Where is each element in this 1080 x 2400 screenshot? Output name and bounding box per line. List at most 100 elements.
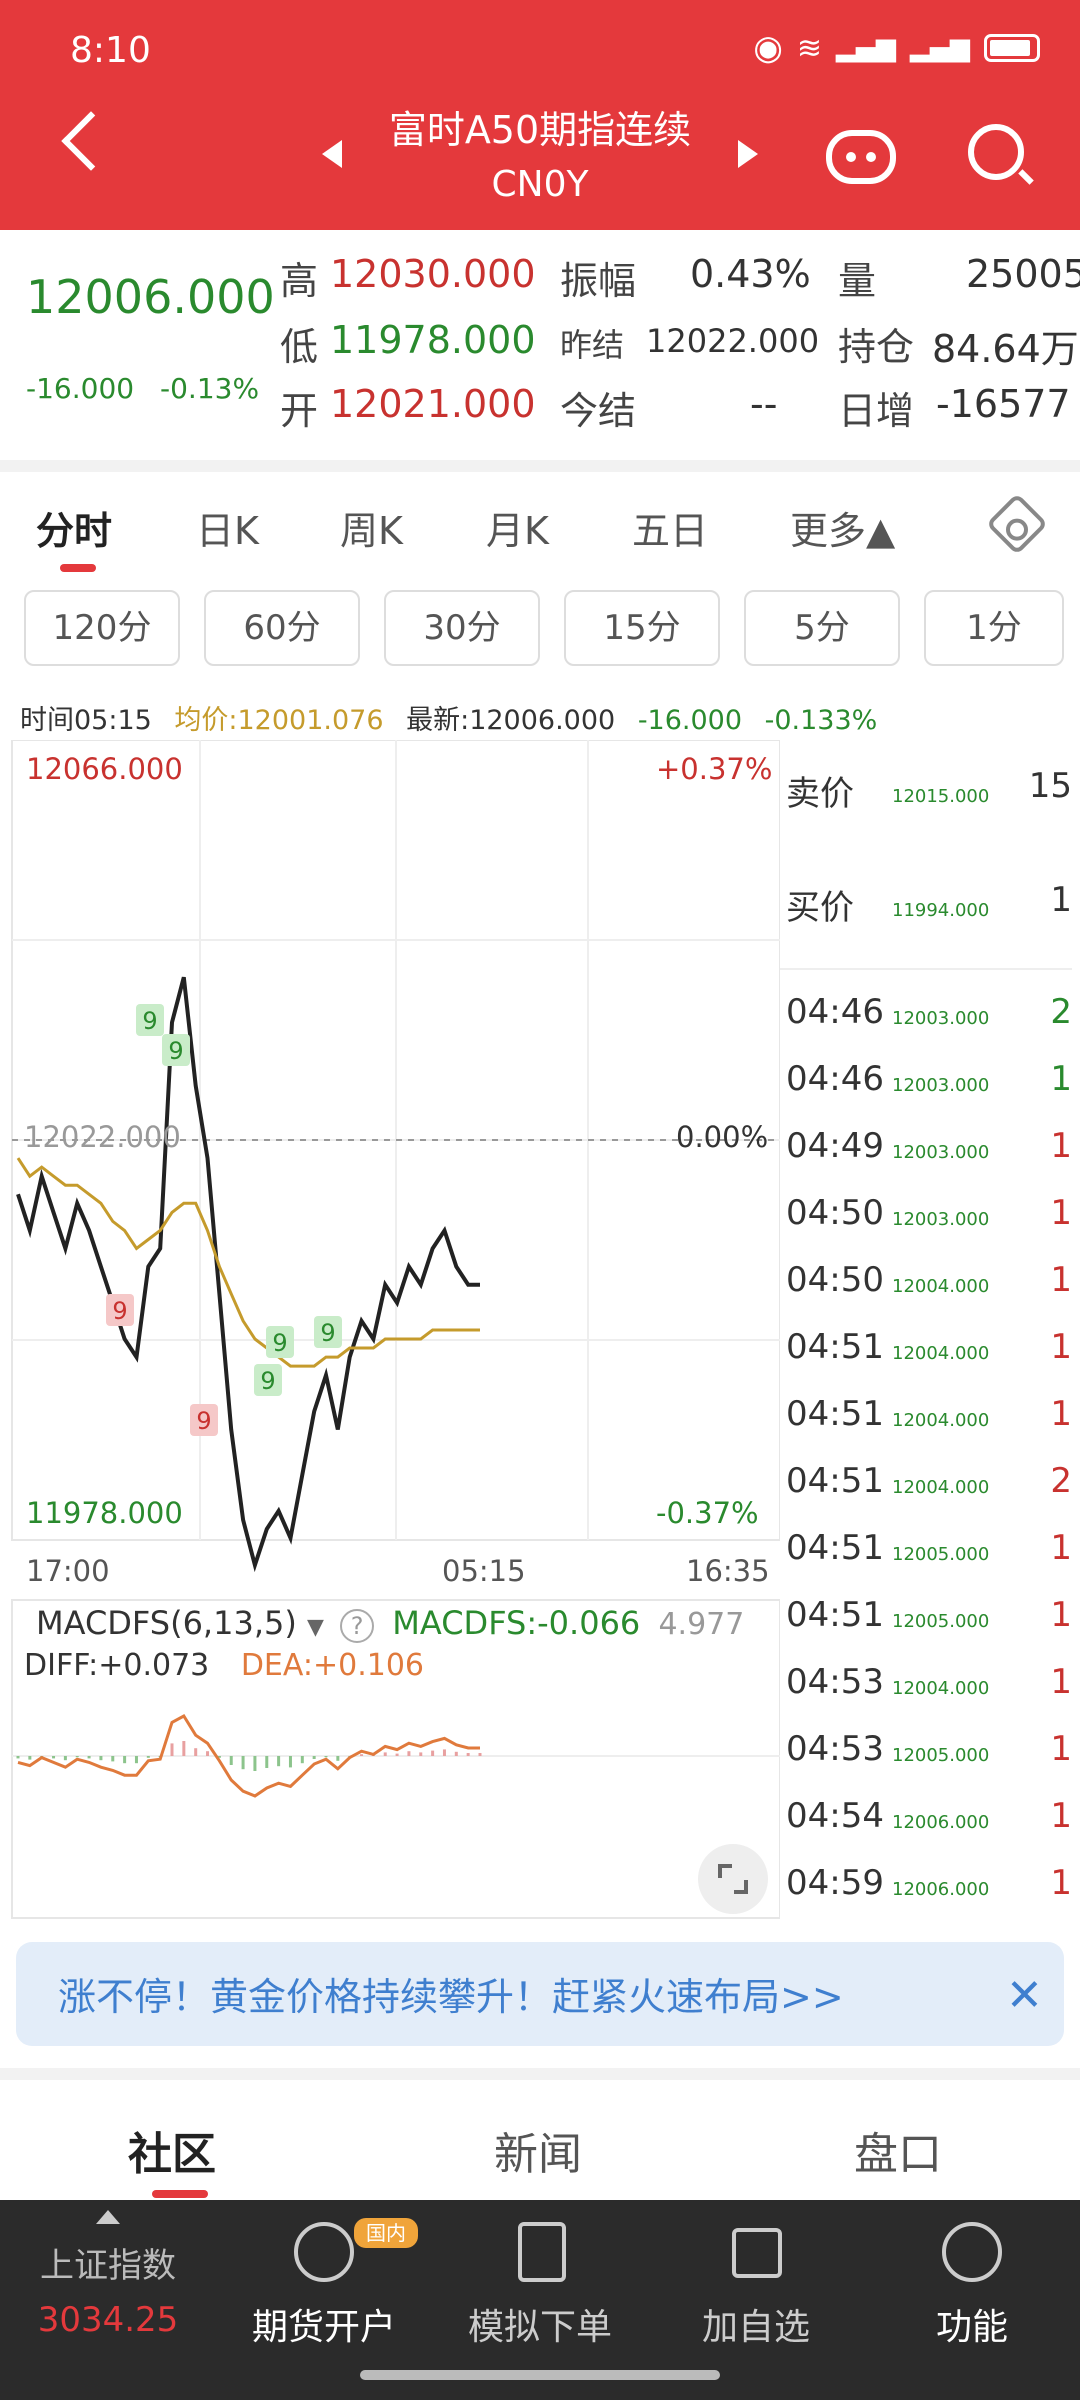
interval-5m[interactable]: 5分 <box>744 590 900 666</box>
promo-banner[interactable]: 涨不停！黄金价格持续攀升！赶紧火速布局>> ✕ <box>16 1942 1064 2046</box>
tab-intraday[interactable]: 分时 <box>36 500 112 555</box>
info-latest: 最新:12006.000 <box>406 705 616 736</box>
trade-time: 04:53 <box>786 1662 884 1702</box>
buy-row: 买价 11994.000 1 <box>786 880 1072 947</box>
chart-svg: 999999 9 <box>11 739 781 1919</box>
macd-selector[interactable]: MACDFS(6,13,5) <box>36 1604 297 1642</box>
interval-15m[interactable]: 15分 <box>564 590 720 666</box>
menu-icon <box>942 2222 1002 2282</box>
high-value: 12030.000 <box>330 252 536 296</box>
back-icon[interactable] <box>61 111 121 171</box>
functions-label: 功能 <box>935 2307 1008 2348</box>
wifi-icon: ≋ <box>796 30 822 66</box>
trade-volume: 2 <box>1050 992 1072 1032</box>
tab-more[interactable]: 更多▲ <box>790 500 895 555</box>
diff-value: DIFF:+0.073 <box>24 1648 210 1683</box>
header-bar: 8:10 ◉ ≋ ▂▄▆ ▂▄▆ 富时A50期指连续 CN0Y <box>0 0 1080 230</box>
marker-label: 9 <box>142 1007 157 1035</box>
marker-label: 9 <box>320 1319 335 1347</box>
prev-settle-value: 12022.000 <box>646 322 820 360</box>
price-change: -16.000 <box>26 372 135 405</box>
trade-time: 04:51 <box>786 1461 884 1501</box>
trade-price: 12005.000 <box>892 1544 990 1565</box>
pct-axis-bottom: -0.37% <box>656 1496 759 1530</box>
interval-120m[interactable]: 120分 <box>24 590 180 666</box>
tab-indicator <box>60 564 96 572</box>
trade-volume: 1 <box>1050 1059 1072 1099</box>
battery-icon <box>984 34 1040 62</box>
tab-five-day[interactable]: 五日 <box>632 500 708 555</box>
interval-60m[interactable]: 60分 <box>204 590 360 666</box>
today-settle-label: 今结 <box>560 389 637 433</box>
tab-daily-k[interactable]: 日K <box>196 500 259 555</box>
low-value: 11978.000 <box>330 318 536 362</box>
signal-marker: 9 <box>162 1034 190 1066</box>
trade-price: 12004.000 <box>892 1477 990 1498</box>
signal-marker: 9 <box>254 1364 282 1396</box>
expand-icon[interactable] <box>698 1844 768 1914</box>
trade-row: 04:54 12006.000 1 <box>786 1796 1072 1863</box>
section-indicator <box>152 2190 208 2198</box>
trade-price: 12005.000 <box>892 1745 990 1766</box>
tab-monthly-k[interactable]: 月K <box>486 500 549 555</box>
close-icon[interactable]: ✕ <box>1006 1970 1043 2021</box>
trade-price: 12003.000 <box>892 1008 990 1029</box>
robot-icon[interactable] <box>826 130 896 184</box>
marker-label: 9 <box>272 1329 287 1357</box>
info-average: 均价:12001.076 <box>174 705 384 736</box>
tab-community[interactable]: 社区 <box>128 2118 216 2182</box>
trade-time: 04:50 <box>786 1260 884 1300</box>
trade-volume: 1 <box>1050 1729 1072 1769</box>
eye-icon: ◉ <box>753 28 783 68</box>
trade-price: 12003.000 <box>892 1209 990 1230</box>
trade-price: 12004.000 <box>892 1343 990 1364</box>
trade-price: 12005.000 <box>892 1611 990 1632</box>
trade-price: 12004.000 <box>892 1678 990 1699</box>
sell-label: 卖价 <box>786 774 854 814</box>
index-ticker[interactable]: 上证指数 3034.25 <box>0 2200 216 2400</box>
quote-panel: 12006.000 -16.000 -0.13% 高 12030.000 低 1… <box>0 230 1080 460</box>
macd-header: MACDFS(6,13,5) ▼ ? MACDFS:-0.066 4.977 <box>36 1604 744 1643</box>
x-axis-mid: 05:15 <box>442 1554 526 1588</box>
diff-dea-line: DIFF:+0.073 DEA:+0.106 <box>24 1648 424 1683</box>
trade-time: 04:49 <box>786 1126 884 1166</box>
tab-news[interactable]: 新闻 <box>494 2118 582 2182</box>
today-settle-value: -- <box>750 382 778 426</box>
promo-text[interactable]: 涨不停！黄金价格持续攀升！赶紧火速布局>> <box>58 1966 844 2021</box>
price-chart[interactable]: 9999999 12066.000 +0.37% 12022.000 0.00%… <box>0 739 781 1924</box>
marker-label: 9 <box>196 1407 211 1435</box>
trade-price: 12004.000 <box>892 1276 990 1297</box>
buy-label: 买价 <box>786 888 854 928</box>
chevron-down-icon[interactable]: ▼ <box>307 1615 324 1640</box>
info-change-pct: -0.133% <box>764 705 878 736</box>
buy-price: 11994.000 <box>892 900 990 921</box>
trade-time: 04:51 <box>786 1394 884 1434</box>
functions-button[interactable]: 功能 <box>864 2200 1080 2400</box>
settings-icon[interactable] <box>985 492 1049 556</box>
interval-30m[interactable]: 30分 <box>384 590 540 666</box>
signal-marker: 9 <box>106 1294 134 1326</box>
x-axis-end: 16:35 <box>686 1554 770 1588</box>
signal-icon-2: ▂▄▆ <box>910 33 970 63</box>
prev-contract-icon[interactable] <box>322 140 342 168</box>
trade-time: 04:51 <box>786 1595 884 1635</box>
help-icon[interactable]: ? <box>340 1609 375 1643</box>
tab-order-book[interactable]: 盘口 <box>854 2118 942 2182</box>
interval-1m[interactable]: 1分 <box>924 590 1064 666</box>
domestic-badge: 国内 <box>354 2218 418 2248</box>
search-icon[interactable] <box>968 124 1024 180</box>
tab-weekly-k[interactable]: 周K <box>340 500 403 555</box>
trade-row: 04:51 12005.000 1 <box>786 1595 1072 1662</box>
divider <box>0 460 1080 472</box>
trade-row: 04:50 12003.000 1 <box>786 1193 1072 1260</box>
trade-volume: 1 <box>1050 1126 1072 1166</box>
home-indicator[interactable] <box>360 2370 720 2380</box>
trade-price: 12003.000 <box>892 1075 990 1096</box>
trade-price: 12003.000 <box>892 1142 990 1163</box>
open-value: 12021.000 <box>330 382 536 426</box>
trade-volume: 1 <box>1050 1796 1072 1836</box>
trade-time: 04:46 <box>786 992 884 1032</box>
next-contract-icon[interactable] <box>738 140 758 168</box>
trade-time: 04:53 <box>786 1729 884 1769</box>
trade-row: 04:53 12004.000 1 <box>786 1662 1072 1729</box>
